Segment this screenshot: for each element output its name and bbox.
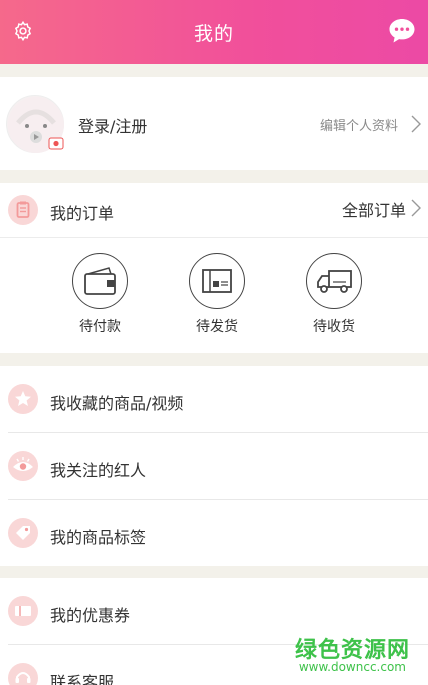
menu-item-label: 我关注的红人 xyxy=(50,461,147,480)
gear-icon[interactable] xyxy=(12,20,34,42)
pending-shipment-button[interactable]: 待发货 xyxy=(179,253,255,336)
tag-icon xyxy=(8,518,38,548)
pending-payment-button[interactable]: 待付款 xyxy=(62,253,138,336)
menu-item-label: 我收藏的商品/视频 xyxy=(50,394,184,413)
login-register-link[interactable]: 登录/注册 xyxy=(78,113,147,137)
chevron-right-icon xyxy=(411,115,421,133)
my-orders-label: 我的订单 xyxy=(50,204,115,223)
service-icon xyxy=(8,663,38,685)
menu-item-label: 我的商品标签 xyxy=(50,528,147,547)
all-orders-link[interactable]: 全部订单 xyxy=(342,197,406,221)
top-bar: 我的 xyxy=(0,0,428,64)
menu-item-label: 联系客服 xyxy=(50,673,115,685)
watermark-url: www.downcc.com xyxy=(298,660,406,674)
star-icon xyxy=(8,384,38,414)
chat-bubble-icon[interactable] xyxy=(388,18,416,44)
favorites-menu: 我收藏的商品/视频 我关注的红人 我的商品标签 xyxy=(0,366,428,566)
coupon-icon xyxy=(8,596,38,626)
orders-card: 我的订单 全部订单 待付款 待发货 待收货 xyxy=(0,183,428,353)
clipboard-icon xyxy=(8,195,38,225)
pending-receipt-label: 待收货 xyxy=(313,319,355,335)
menu-item-tags[interactable]: 我的商品标签 xyxy=(0,500,428,567)
eye-icon xyxy=(8,451,38,481)
page-title: 我的 xyxy=(193,22,234,45)
pending-receipt-button[interactable]: 待收货 xyxy=(296,253,372,336)
menu-item-followed[interactable]: 我关注的红人 xyxy=(0,433,428,500)
avatar-placeholder-icon[interactable] xyxy=(6,95,64,153)
my-orders-row[interactable]: 我的订单 全部订单 xyxy=(0,183,428,238)
package-icon xyxy=(202,269,232,293)
profile-card[interactable]: 登录/注册 编辑个人资料 xyxy=(0,77,428,170)
wallet-icon xyxy=(84,267,116,295)
edit-profile-link[interactable]: 编辑个人资料 xyxy=(320,115,398,134)
pending-payment-label: 待付款 xyxy=(79,319,121,335)
menu-item-favorites[interactable]: 我收藏的商品/视频 xyxy=(0,366,428,433)
pending-shipment-label: 待发货 xyxy=(196,319,238,335)
truck-icon xyxy=(317,270,352,293)
menu-item-label: 我的优惠券 xyxy=(50,606,131,625)
chevron-right-icon xyxy=(411,199,421,217)
